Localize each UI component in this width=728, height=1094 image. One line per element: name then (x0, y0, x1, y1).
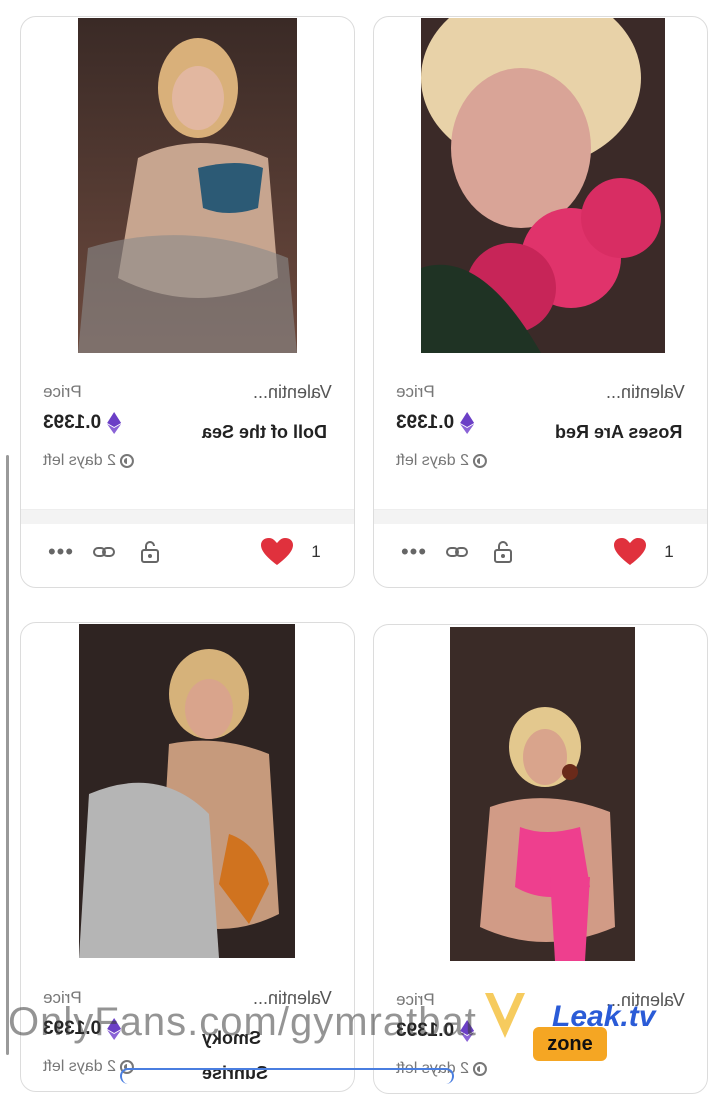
link-icon[interactable] (87, 532, 121, 572)
card-category: Valentin... (606, 382, 685, 402)
card-title[interactable]: Roses Are Red (555, 415, 685, 450)
bottom-nav-bar[interactable] (120, 1068, 454, 1084)
ethereum-icon (460, 412, 475, 434)
card-actions: ••• 1 (374, 532, 707, 572)
like-count: 1 (664, 542, 674, 561)
nft-card[interactable]: Valentin... Price Doll of the Sea 0.1393… (20, 16, 355, 588)
nft-card[interactable]: Valentin... Price Roses Are Red 0.1393 2… (373, 16, 708, 588)
time-left-text: 2 days left (43, 452, 116, 469)
photo-image (79, 624, 295, 958)
card-photo[interactable] (450, 627, 635, 961)
price-label: Price (43, 382, 82, 401)
clock-icon (472, 454, 487, 468)
time-left-text: 2 days left (396, 452, 469, 469)
like-count: 1 (311, 542, 321, 561)
heart-icon[interactable] (260, 532, 294, 572)
unlock-icon[interactable] (486, 532, 520, 572)
photo-image (450, 627, 635, 961)
price-value: 0.1393 (43, 412, 102, 433)
clock-icon (472, 1062, 487, 1076)
time-left: 2 days left (43, 452, 134, 470)
price-value: 0.1393 (396, 412, 455, 433)
price-label: Price (396, 382, 435, 401)
card-photo[interactable] (421, 18, 665, 353)
more-options-icon[interactable]: ••• (394, 532, 434, 572)
card-photo[interactable] (79, 624, 295, 958)
card-divider (374, 509, 707, 524)
page-scrollbar[interactable] (6, 455, 9, 1055)
brand-logo-icon (485, 993, 525, 1038)
heart-icon[interactable] (613, 532, 647, 572)
more-options-icon[interactable]: ••• (41, 532, 81, 572)
card-actions: ••• 1 (21, 532, 354, 572)
card-category: Valentin... (253, 382, 332, 402)
card-divider (21, 509, 354, 524)
card-price: 0.1393 (43, 412, 122, 434)
time-left: 2 days left (396, 452, 487, 470)
photo-image (78, 18, 297, 353)
time-left-text: 2 days left (43, 1058, 116, 1075)
photo-image (421, 18, 665, 353)
card-title[interactable]: Doll of the Sea (202, 415, 332, 450)
clock-icon (119, 454, 134, 468)
card-photo[interactable] (78, 18, 297, 353)
zone-badge: zone (533, 1027, 607, 1061)
link-icon[interactable] (440, 532, 474, 572)
unlock-icon[interactable] (133, 532, 167, 572)
watermark-text: OnlyFans.com/gymratbat (8, 1000, 477, 1044)
card-price: 0.1393 (396, 412, 475, 434)
ethereum-icon (107, 412, 122, 434)
